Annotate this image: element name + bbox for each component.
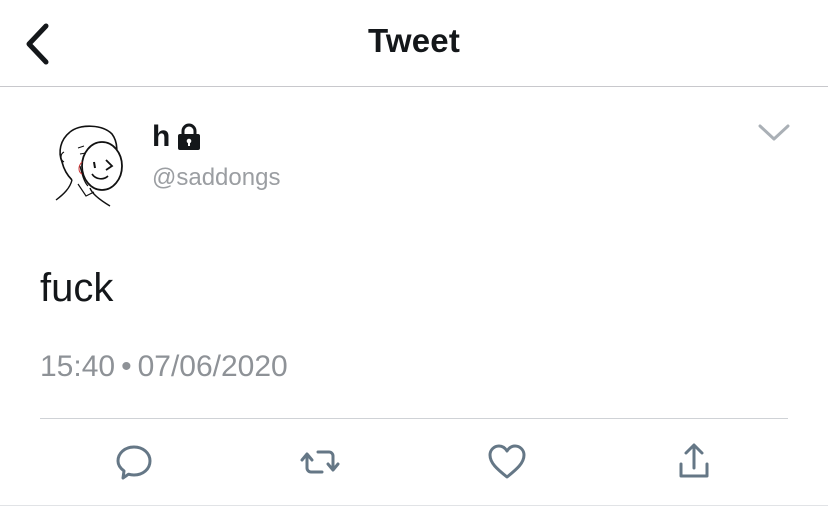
author-name-label: h (152, 120, 171, 153)
share-icon (679, 443, 709, 478)
bottom-divider (0, 505, 828, 506)
top-bar: Tweet (0, 0, 828, 87)
lock-icon (176, 123, 202, 151)
page-title: Tweet (367, 22, 461, 59)
avatar[interactable] (50, 122, 124, 210)
tweet-text: fuck (40, 266, 114, 310)
heart-icon (488, 444, 526, 479)
timestamp-separator: • (121, 350, 132, 383)
like-button[interactable] (485, 440, 529, 484)
share-button[interactable] (672, 440, 716, 484)
divider (40, 418, 788, 419)
tweet-menu-button[interactable] (757, 122, 791, 144)
author-name[interactable]: h (152, 120, 202, 154)
reply-button[interactable] (112, 440, 156, 484)
author-handle[interactable]: @saddongs (152, 164, 280, 192)
tweet-timestamp: 15:40 • 07/06/2020 (40, 350, 288, 384)
retweet-icon (300, 450, 340, 474)
tweet-time: 15:40 (40, 350, 116, 383)
chevron-down-icon (758, 124, 790, 141)
retweet-button[interactable] (298, 440, 342, 484)
speech-bubble-icon (116, 445, 152, 480)
tweet-date: 07/06/2020 (137, 350, 288, 383)
